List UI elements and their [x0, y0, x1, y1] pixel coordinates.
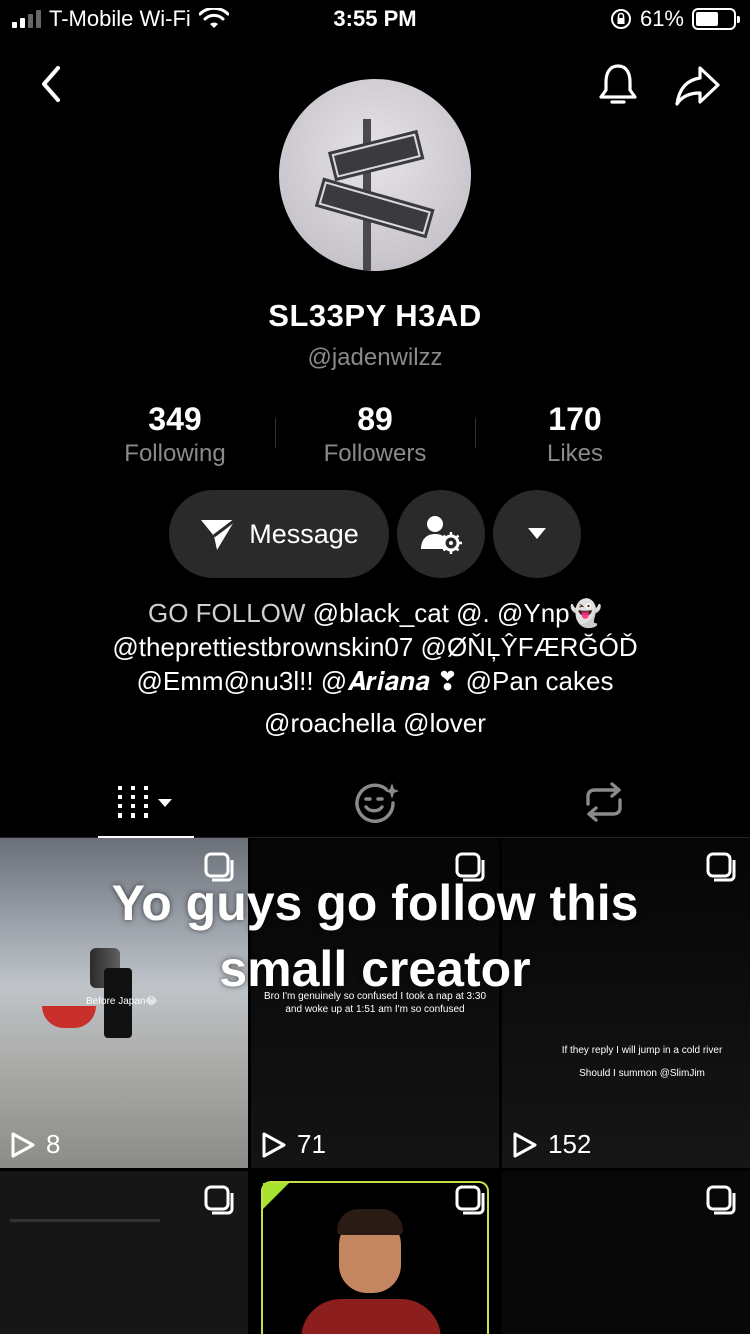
video-3-caption-line-2: Should I summon @SlimJim: [579, 1068, 705, 1079]
bio-mentions-1[interactable]: @black_cat @. @Ynp👻: [313, 598, 602, 628]
status-right: 61%: [610, 6, 740, 32]
stat-likes[interactable]: 170 Likes: [475, 400, 675, 472]
video-3-caption-line-1: If they reply I will jump in a cold rive…: [561, 1045, 723, 1056]
stat-following-count: 349: [148, 401, 202, 437]
stat-followers[interactable]: 89 Followers: [275, 400, 475, 472]
stat-followers-label: Followers: [323, 440, 427, 467]
multi-post-icon: [706, 852, 736, 882]
battery-fill: [696, 12, 718, 26]
video-thumbnail-5[interactable]: [251, 1171, 499, 1334]
grid-bars-icon: [118, 786, 172, 818]
video-3-views: 152: [548, 1129, 592, 1159]
video-3-play-count: 152: [512, 1129, 591, 1160]
tab-liked[interactable]: [328, 766, 424, 838]
caret-down-icon: [528, 528, 546, 539]
video-1-play-count: 8: [10, 1129, 60, 1160]
status-bar: T-Mobile Wi-Fi 3:55 PM 61%: [0, 0, 750, 40]
share-button[interactable]: [672, 60, 724, 110]
message-label: Message: [249, 518, 359, 549]
multi-post-icon: [706, 1185, 736, 1215]
stat-followers-count: 89: [357, 401, 393, 437]
play-outline-icon: [262, 1132, 286, 1157]
bio-go-follow: GO FOLLOW: [147, 598, 313, 628]
video-thumbnail-4[interactable]: [0, 1171, 248, 1334]
video-1-views: 8: [46, 1129, 61, 1159]
bowl-shape: [42, 1006, 96, 1028]
bio: GO FOLLOW @black_cat @. @Ynp👻 @thepretti…: [40, 596, 710, 740]
chevron-left-icon: [42, 66, 60, 102]
stat-likes-label: Likes: [546, 440, 604, 467]
username: @jadenwilzz: [307, 344, 443, 371]
bell-icon: [599, 64, 637, 104]
person-shirt: [301, 1299, 441, 1334]
avatar[interactable]: [279, 79, 471, 271]
face-sparkle-icon: [355, 783, 399, 823]
notification-bell-button[interactable]: [594, 60, 642, 110]
battery-icon: [692, 8, 740, 30]
send-icon: [201, 518, 237, 550]
thumbnail-decoration: [10, 1219, 160, 1222]
bio-line-3[interactable]: @Emm@nu3l!! @𝑨𝒓𝒊𝒂𝒏𝒂 ❣ @Pan cakes: [40, 664, 710, 698]
video-2-caption-line-2: and woke up at 1:51 am I'm so confused: [285, 1004, 465, 1015]
profile-stats: 349 Following 89 Followers 170 Likes: [75, 400, 675, 472]
bio-line-1: GO FOLLOW @black_cat @. @Ynp👻: [40, 596, 710, 630]
play-outline-icon: [11, 1132, 35, 1157]
message-button[interactable]: Message: [169, 490, 389, 578]
multi-post-icon: [455, 1185, 485, 1215]
bio-line-2[interactable]: @theprettiestbrownskin07 @ØŇĻŶFÆRĞÓĎ: [40, 630, 710, 664]
stat-following[interactable]: 349 Following: [75, 400, 275, 472]
overlay-title-line-1: Yo guys go follow this: [111, 875, 639, 931]
video-overlay-title: Yo guys go follow this small creator: [40, 870, 710, 1002]
back-button[interactable]: [32, 62, 72, 106]
orientation-lock-icon: [610, 9, 631, 29]
stat-following-label: Following: [124, 440, 226, 467]
tab-reposts[interactable]: [556, 766, 652, 838]
video-thumbnail-6[interactable]: [502, 1171, 750, 1334]
share-arrow-icon: [675, 66, 720, 106]
more-options-dropdown-button[interactable]: [493, 490, 581, 578]
play-outline-icon: [513, 1132, 537, 1157]
battery-percent: 61%: [639, 6, 684, 31]
tab-videos[interactable]: [98, 766, 194, 839]
video-2-views: 71: [297, 1129, 326, 1159]
person-hair: [337, 1209, 403, 1235]
overlay-title-line-2: small creator: [219, 941, 531, 997]
avatar-image: [314, 119, 435, 271]
bio-line-4[interactable]: @roachella @lover: [40, 706, 710, 740]
person-settings-button[interactable]: [397, 490, 485, 578]
video-2-play-count: 71: [261, 1129, 326, 1160]
repost-icon: [586, 782, 622, 822]
profile-actions: Message: [0, 490, 750, 578]
profile-tabs: [0, 766, 750, 839]
person-gear-icon: [421, 516, 462, 554]
stat-likes-count: 170: [548, 401, 602, 437]
multi-post-icon: [204, 1185, 234, 1215]
display-name: SL33PY H3AD: [268, 298, 482, 333]
